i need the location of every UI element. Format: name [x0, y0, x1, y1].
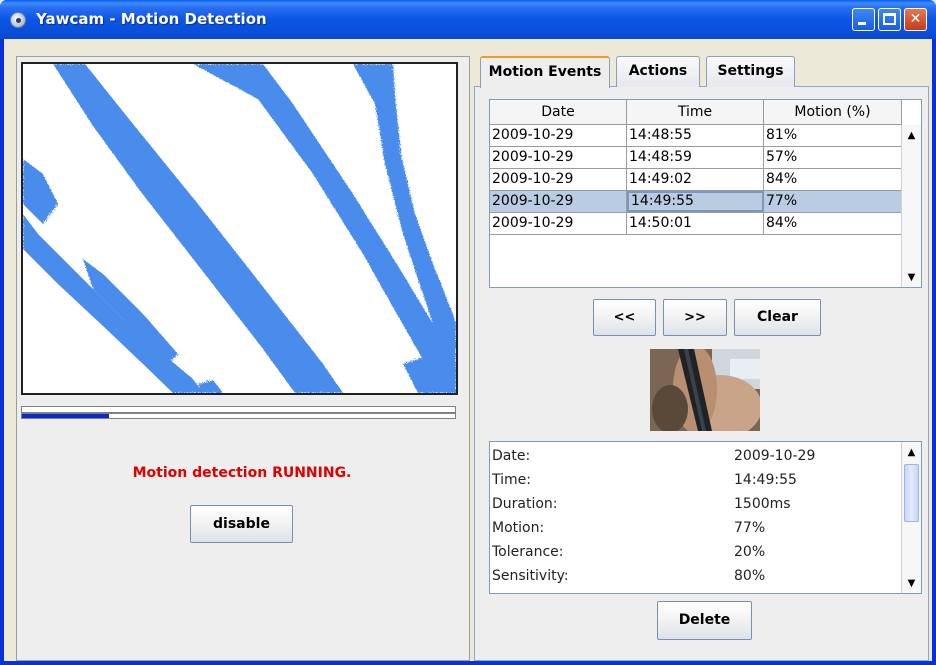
previous-event-button[interactable]: << [593, 299, 656, 336]
scroll-up-icon[interactable]: ▲ [903, 127, 920, 144]
detection-panel: Motion detection RUNNING. disable [16, 56, 470, 661]
detail-label: Duration: [492, 496, 558, 512]
table-cell: 84% [764, 169, 902, 190]
detail-value: 20% [734, 544, 766, 560]
table-scrollbar[interactable]: ▲ ▼ [901, 125, 921, 287]
next-event-button[interactable]: >> [663, 299, 727, 336]
table-cell: 81% [764, 125, 902, 146]
close-icon: ✕ [909, 11, 922, 27]
table-cell: 77% [764, 191, 902, 212]
minimize-button[interactable] [852, 8, 875, 31]
scroll-down-icon[interactable]: ▼ [903, 575, 920, 592]
detail-value: 77% [734, 520, 766, 536]
disable-button[interactable]: disable [190, 505, 293, 543]
table-cell: 2009-10-29 [490, 147, 627, 168]
table-cell: 2009-10-29 [490, 125, 627, 146]
scroll-down-icon[interactable]: ▼ [903, 269, 920, 286]
table-cell: 14:49:02 [627, 169, 764, 190]
close-button[interactable]: ✕ [904, 8, 927, 31]
table-header: Date Time Motion (%) [490, 100, 902, 125]
table-cell: 57% [764, 147, 902, 168]
detail-value: 2009-10-29 [734, 448, 816, 464]
detail-label: Time: [492, 472, 531, 488]
detection-level-bar [21, 406, 456, 413]
motion-map-graphic [23, 64, 456, 393]
event-details: Date: 2009-10-29 Time: 14:49:55 Duration: 150… [489, 441, 922, 594]
title-bar[interactable]: Yawcam - Motion Detection ✕ [0, 0, 936, 39]
status-message: Motion detection RUNNING. [132, 465, 352, 481]
table-cell: 14:48:55 [627, 125, 764, 146]
detail-label: Tolerance: [492, 544, 564, 560]
tab-motion-events[interactable]: Motion Events [480, 56, 610, 88]
detail-value: 1500ms [734, 496, 791, 512]
detail-value: 80% [734, 568, 766, 584]
maximize-icon [883, 13, 896, 25]
events-table: Date Time Motion (%) 2009-10-29 14:48:55 8… [489, 99, 922, 288]
delete-button[interactable]: Delete [657, 601, 752, 640]
details-scrollbar[interactable]: ▲ ▼ [901, 442, 921, 593]
tab-settings[interactable]: Settings [706, 56, 795, 87]
table-cell: 2009-10-29 [490, 191, 627, 212]
scroll-up-icon[interactable]: ▲ [903, 444, 920, 461]
table-row[interactable]: 2009-10-29 14:48:59 57% [490, 147, 902, 169]
detail-label: Date: [492, 448, 531, 464]
detail-value: 14:49:55 [734, 472, 797, 488]
table-cell: 14:48:59 [627, 147, 764, 168]
table-row[interactable]: 2009-10-29 14:48:55 81% [490, 125, 902, 147]
table-cell: 14:49:55 [627, 191, 764, 212]
maximize-button[interactable] [878, 8, 901, 31]
minimize-icon [858, 22, 866, 25]
webcam-icon [10, 12, 26, 28]
table-cell: 84% [764, 213, 902, 234]
scroll-thumb[interactable] [904, 464, 919, 522]
column-header-motion[interactable]: Motion (%) [764, 100, 902, 125]
clear-button[interactable]: Clear [734, 299, 821, 336]
detail-label: Sensitivity: [492, 568, 569, 584]
table-cell: 2009-10-29 [490, 213, 627, 234]
table-row[interactable]: 2009-10-29 14:50:01 84% [490, 213, 902, 235]
event-thumbnail [650, 349, 760, 431]
table-row[interactable]: 2009-10-29 14:49:02 84% [490, 169, 902, 191]
table-cell: 14:50:01 [627, 213, 764, 234]
motion-preview-image [21, 62, 458, 395]
thumbnail-graphic [650, 349, 760, 431]
table-cell: 2009-10-29 [490, 169, 627, 190]
column-header-date[interactable]: Date [490, 100, 627, 125]
tab-actions[interactable]: Actions [616, 56, 700, 87]
motion-level-fill [22, 414, 109, 418]
motion-level-bar [21, 413, 456, 419]
column-header-time[interactable]: Time [627, 100, 764, 125]
window-title: Yawcam - Motion Detection [36, 10, 267, 28]
detail-label: Motion: [492, 520, 545, 536]
table-row[interactable]: 2009-10-29 14:49:55 77% [490, 191, 902, 213]
